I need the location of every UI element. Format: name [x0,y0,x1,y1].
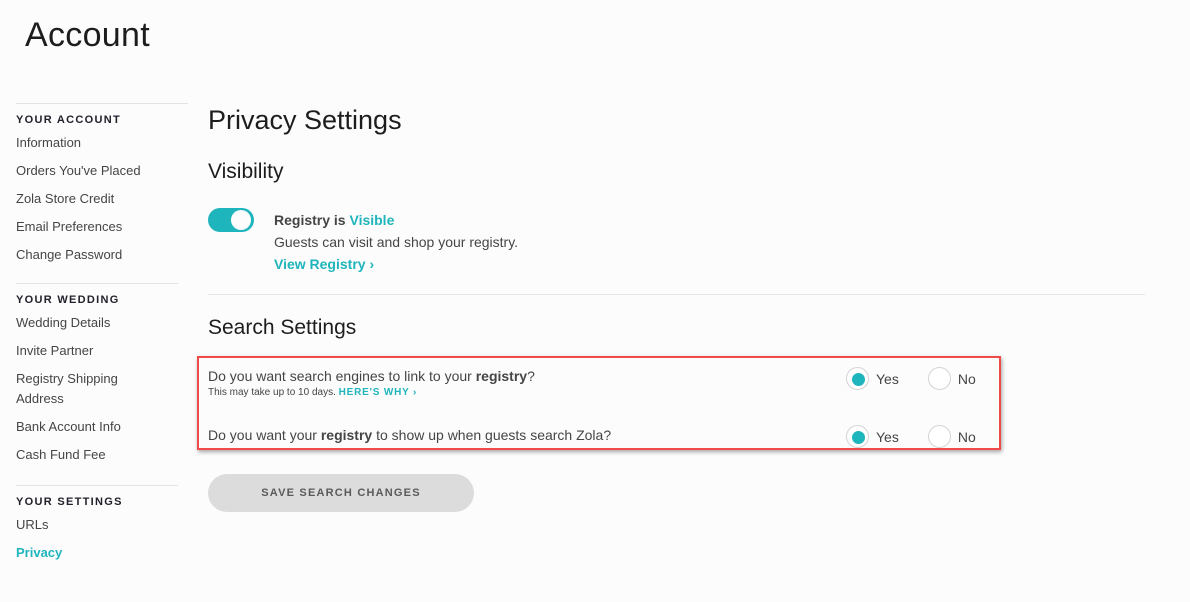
zola-search-yes-radio[interactable]: Yes [846,425,899,448]
question-text-post: ? [527,368,535,384]
radio-unchecked-icon[interactable] [927,367,951,390]
radio-checked-icon[interactable] [846,367,869,390]
search-engine-no-radio[interactable]: No [927,367,976,390]
radio-label: No [957,428,976,445]
sidebar-item-invite-partner[interactable]: Invite Partner [16,341,178,361]
heres-why-link[interactable]: HERE'S WHY › [339,387,417,398]
question-text-bold: registry [320,427,373,443]
question-note-text: This may take up to 10 days. [208,387,339,398]
zola-search-question: Do you want your registry to show up whe… [208,425,988,448]
radio-label: Yes [876,428,899,445]
save-search-changes-button[interactable]: SAVE SEARCH CHANGES [208,474,474,512]
sidebar-item-registry-shipping-address[interactable]: Registry Shipping Address [16,369,136,409]
sidebar: YOUR ACCOUNT Information Orders You've P… [16,103,188,571]
visibility-description: Guests can visit and shop your registry. [274,234,519,250]
visibility-status-value: Visible [349,212,395,228]
visibility-info: Registry is Visible Guests can visit and… [274,209,518,275]
sidebar-item-cash-fund-fee[interactable]: Cash Fund Fee [16,445,178,465]
zola-search-no-radio[interactable]: No [927,425,976,448]
visibility-status: Registry is Visible [274,209,518,231]
sidebar-item-bank-account-info[interactable]: Bank Account Info [16,417,178,437]
radio-unchecked-icon[interactable] [927,425,951,448]
radio-label: Yes [876,370,899,387]
sidebar-item-urls[interactable]: URLs [16,515,178,535]
privacy-settings-title: Privacy Settings [208,105,402,135]
question-text-pre: Do you want your [208,427,321,443]
sidebar-item-privacy[interactable]: Privacy [16,543,178,563]
search-engine-radio-group: Yes No [846,367,1005,390]
search-settings-heading: Search Settings [208,316,357,339]
sidebar-heading: YOUR SETTINGS [16,496,123,508]
registry-visibility-toggle[interactable] [208,208,254,232]
sidebar-group-your-settings: YOUR SETTINGS URLs Privacy [16,485,178,563]
view-registry-link[interactable]: View Registry › [274,253,374,275]
sidebar-item-email-preferences[interactable]: Email Preferences [16,217,188,237]
search-engine-yes-radio[interactable]: Yes [846,367,899,390]
sidebar-item-wedding-details[interactable]: Wedding Details [16,313,178,333]
sidebar-heading: YOUR ACCOUNT [16,114,122,126]
page-title: Account [25,16,150,54]
sidebar-group-your-wedding: YOUR WEDDING Wedding Details Invite Part… [16,283,178,465]
radio-label: No [957,370,976,387]
question-text-post: to show up when guests search Zola? [372,427,612,443]
sidebar-item-store-credit[interactable]: Zola Store Credit [16,189,188,209]
question-text-bold: registry [475,368,528,384]
sidebar-item-change-password[interactable]: Change Password [16,245,188,265]
visibility-status-prefix: Registry is [274,212,350,228]
visibility-heading: Visibility [208,160,284,183]
section-divider [208,294,1145,295]
sidebar-heading: YOUR WEDDING [16,294,120,306]
radio-checked-icon[interactable] [846,425,869,448]
zola-search-radio-group: Yes No [846,425,1005,448]
toggle-knob [231,210,251,230]
sidebar-item-orders[interactable]: Orders You've Placed [16,161,188,181]
sidebar-group-your-account: YOUR ACCOUNT Information Orders You've P… [16,103,188,265]
sidebar-item-information[interactable]: Information [16,133,188,153]
search-engine-link-question: Do you want search engines to link to yo… [208,366,988,400]
question-text-pre: Do you want search engines to link to yo… [208,368,476,384]
